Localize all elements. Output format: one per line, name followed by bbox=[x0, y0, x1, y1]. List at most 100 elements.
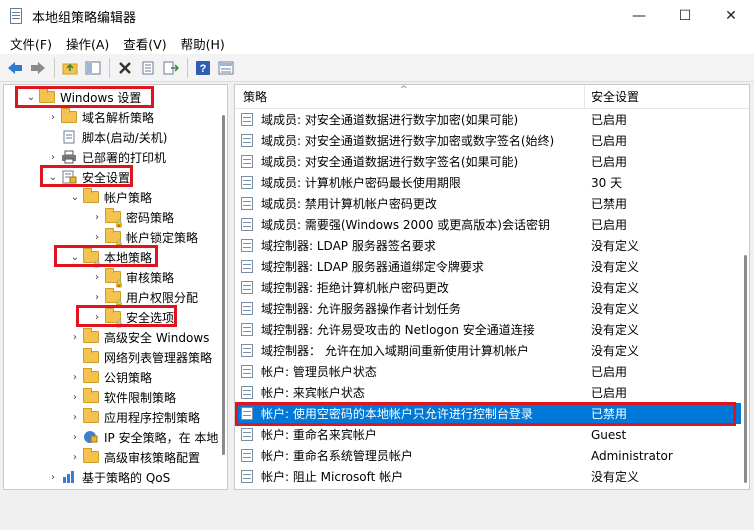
tree-item-label: 用户权限分配 bbox=[126, 290, 199, 305]
table-row[interactable]: 域成员: 需要强(Windows 2000 或更高版本)会话密钥 已启用 bbox=[235, 214, 741, 235]
close-button[interactable]: ✕ bbox=[708, 0, 754, 32]
table-row[interactable]: 帐户: 管理员帐户状态 已启用 bbox=[235, 361, 741, 382]
collapsed-chevron-icon[interactable]: › bbox=[90, 292, 104, 303]
status-bar bbox=[0, 494, 754, 530]
menu-view[interactable]: 查看(V) bbox=[116, 34, 173, 53]
collapsed-chevron-icon[interactable]: › bbox=[68, 412, 82, 423]
table-row[interactable]: 域成员: 禁用计算机帐户密码更改 已禁用 bbox=[235, 193, 741, 214]
collapsed-chevron-icon[interactable]: › bbox=[68, 432, 82, 443]
table-row[interactable]: 帐户: 重命名系统管理员帐户 Administrator bbox=[235, 445, 741, 466]
collapsed-chevron-icon[interactable]: › bbox=[90, 272, 104, 283]
highlight-box-local-policies bbox=[54, 245, 158, 267]
policy-icon bbox=[241, 448, 255, 463]
policy-icon bbox=[241, 196, 255, 211]
policy-icon bbox=[241, 322, 255, 337]
tree-item-name-resolution[interactable]: › 域名解析策略 bbox=[46, 107, 154, 127]
tree-item-label: IP 安全策略，在 本地 bbox=[104, 430, 219, 445]
tree-scrollbar[interactable] bbox=[222, 115, 225, 455]
script-document-icon bbox=[60, 129, 78, 145]
tree-item-ip-security[interactable]: › IP 安全策略，在 本地 bbox=[68, 427, 218, 447]
collapsed-chevron-icon[interactable]: › bbox=[68, 332, 82, 343]
policy-setting: 没有定义 bbox=[591, 302, 640, 316]
toolbar-separator bbox=[54, 57, 55, 78]
collapsed-chevron-icon[interactable]: › bbox=[46, 152, 60, 163]
policy-setting: 没有定义 bbox=[591, 281, 640, 295]
tree-item-qos[interactable]: › 基于策略的 QoS bbox=[46, 467, 170, 487]
policy-icon bbox=[241, 469, 255, 484]
collapsed-chevron-icon[interactable]: › bbox=[68, 392, 82, 403]
policy-name: 帐户: 管理员帐户状态 bbox=[261, 365, 377, 379]
menu-action[interactable]: 操作(A) bbox=[59, 34, 116, 53]
folder-icon bbox=[83, 348, 99, 363]
tree-item-label: 高级安全 Windows bbox=[104, 330, 210, 345]
table-row[interactable]: 域控制器： 允许在加入域期间重新使用计算机帐户 没有定义 bbox=[235, 340, 741, 361]
tree-item-software-restriction[interactable]: › 软件限制策略 bbox=[68, 387, 176, 407]
collapsed-chevron-icon[interactable]: › bbox=[46, 112, 60, 123]
tree-item-printers[interactable]: › 已部署的打印机 bbox=[46, 147, 166, 167]
list-header: ^ 策略 安全设置 bbox=[235, 85, 749, 109]
column-header-security-setting[interactable]: 安全设置 bbox=[585, 85, 639, 108]
tree-item-lockout-policy[interactable]: › 🔒 帐户锁定策略 bbox=[90, 227, 199, 248]
tree-item-advanced-audit[interactable]: › 高级审核策略配置 bbox=[68, 447, 200, 467]
collapsed-chevron-icon[interactable]: › bbox=[90, 212, 104, 223]
table-row[interactable]: 帐户: 重命名来宾帐户 Guest bbox=[235, 424, 741, 445]
export-icon[interactable] bbox=[160, 57, 182, 79]
tree-pane[interactable]: ⌄ Windows 设置 › 域名解析策略 脚本(启动/关机) › 已部署的打印… bbox=[3, 84, 228, 490]
table-row[interactable]: 域成员: 计算机帐户密码最长使用期限 30 天 bbox=[235, 172, 741, 193]
policy-setting: 已启用 bbox=[591, 386, 628, 400]
policy-setting: 没有定义 bbox=[591, 260, 640, 274]
expanded-chevron-icon[interactable]: ⌄ bbox=[68, 192, 82, 203]
tree-item-account-policies[interactable]: ⌄ 帐户策略 bbox=[68, 187, 152, 207]
table-row[interactable]: 域控制器: LDAP 服务器签名要求 没有定义 bbox=[235, 235, 741, 256]
tree-item-label: 公钥策略 bbox=[104, 370, 153, 385]
tree-item-advanced-firewall[interactable]: › 高级安全 Windows bbox=[68, 327, 209, 347]
tree-item-scripts[interactable]: 脚本(启动/关机) bbox=[46, 127, 167, 147]
tree-item-label: 帐户锁定策略 bbox=[126, 230, 199, 245]
table-row[interactable]: 域成员: 对安全通道数据进行数字签名(如果可能) 已启用 bbox=[235, 151, 741, 172]
minimize-button[interactable]: — bbox=[616, 0, 662, 32]
policy-name: 帐户: 阻止 Microsoft 帐户 bbox=[261, 470, 404, 484]
policy-icon bbox=[241, 385, 255, 400]
table-row[interactable]: 域成员: 对安全通道数据进行数字加密或数字签名(始终) 已启用 bbox=[235, 130, 741, 151]
tree-item-app-control[interactable]: › 应用程序控制策略 bbox=[68, 407, 200, 427]
policy-icon bbox=[241, 280, 255, 295]
menu-help[interactable]: 帮助(H) bbox=[174, 34, 232, 53]
show-hide-tree-icon[interactable] bbox=[82, 57, 104, 79]
table-row[interactable]: 域控制器: 允许服务器操作者计划任务 没有定义 bbox=[235, 298, 741, 319]
properties-icon[interactable] bbox=[137, 57, 159, 79]
tree-item-audit-policy[interactable]: › 🔒 审核策略 bbox=[90, 267, 174, 288]
maximize-button[interactable]: ☐ bbox=[662, 0, 708, 32]
view-icon[interactable] bbox=[215, 57, 237, 79]
list-scrollbar[interactable] bbox=[744, 255, 747, 483]
policy-setting: 已启用 bbox=[591, 155, 628, 169]
menu-file[interactable]: 文件(F) bbox=[3, 34, 59, 53]
collapsed-chevron-icon[interactable]: › bbox=[68, 372, 82, 383]
policy-setting: 已启用 bbox=[591, 218, 628, 232]
collapsed-chevron-icon[interactable]: › bbox=[90, 232, 104, 243]
tree-item-label: 脚本(启动/关机) bbox=[82, 130, 168, 145]
tree-item-label: 已部署的打印机 bbox=[82, 150, 167, 165]
back-icon[interactable] bbox=[4, 57, 26, 79]
policy-setting: Administrator bbox=[591, 448, 673, 463]
policy-name: 帐户: 来宾帐户状态 bbox=[261, 386, 365, 400]
delete-icon[interactable] bbox=[114, 57, 136, 79]
table-row[interactable]: 域控制器: 拒绝计算机帐户密码更改 没有定义 bbox=[235, 277, 741, 298]
tree-item-user-rights[interactable]: › 🔒 用户权限分配 bbox=[90, 287, 199, 308]
policy-name: 域控制器: 允许易受攻击的 Netlogon 安全通道连接 bbox=[261, 323, 535, 337]
tree-item-public-key[interactable]: › 公钥策略 bbox=[68, 367, 152, 387]
table-row[interactable]: 域控制器: 允许易受攻击的 Netlogon 安全通道连接 没有定义 bbox=[235, 319, 741, 340]
help-icon[interactable]: ? bbox=[192, 57, 214, 79]
column-header-policy[interactable]: ^ 策略 bbox=[235, 85, 585, 108]
table-row[interactable]: 域控制器: LDAP 服务器通道绑定令牌要求 没有定义 bbox=[235, 256, 741, 277]
forward-icon[interactable] bbox=[27, 57, 49, 79]
table-row[interactable]: 域成员: 对安全通道数据进行数字加密(如果可能) 已启用 bbox=[235, 109, 741, 130]
table-row[interactable]: 帐户: 阻止 Microsoft 帐户 没有定义 bbox=[235, 466, 741, 487]
up-folder-icon[interactable] bbox=[59, 57, 81, 79]
table-row[interactable]: 帐户: 来宾帐户状态 已启用 bbox=[235, 382, 741, 403]
tree-item-network-list[interactable]: 网络列表管理器策略 bbox=[68, 347, 212, 367]
policy-setting: Guest bbox=[591, 427, 627, 442]
tree-item-password-policy[interactable]: › 🔒 密码策略 bbox=[90, 207, 174, 228]
collapsed-chevron-icon[interactable]: › bbox=[46, 472, 60, 483]
policy-icon bbox=[241, 154, 255, 169]
collapsed-chevron-icon[interactable]: › bbox=[68, 452, 82, 463]
